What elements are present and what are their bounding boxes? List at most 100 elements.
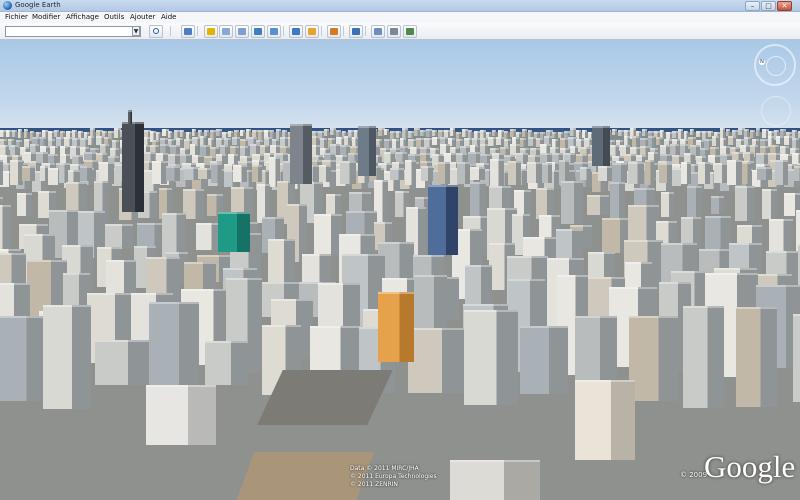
ruler-icon (352, 28, 360, 35)
building (162, 212, 187, 257)
building (344, 136, 351, 145)
historical-imagery-icon (292, 28, 300, 35)
ruler-button[interactable] (349, 25, 363, 38)
earth-3d-view[interactable]: N Data © 2011 MIRC/JHA © 2011 Europa Tec… (0, 40, 800, 500)
search-input[interactable] (5, 26, 141, 37)
view-in-maps-icon (406, 28, 414, 35)
navigation-compass[interactable]: N (754, 44, 796, 86)
building (18, 129, 23, 138)
building (165, 166, 180, 181)
search-button[interactable] (149, 25, 163, 38)
menu-affichage[interactable]: Affichage (66, 12, 99, 23)
building (205, 340, 248, 385)
title-bar[interactable]: Google Earth – □ ✕ (0, 0, 800, 12)
minimize-button[interactable]: – (745, 1, 760, 11)
building (734, 185, 755, 222)
building (520, 138, 527, 147)
sunlight-button[interactable] (305, 25, 319, 38)
building (432, 129, 438, 136)
toolbar-separator (283, 26, 284, 36)
building (39, 166, 49, 181)
building (457, 162, 471, 184)
google-logo: Google (704, 449, 796, 484)
building (22, 165, 36, 182)
close-button[interactable]: ✕ (777, 1, 792, 11)
historical-imagery-button[interactable] (289, 25, 303, 38)
building (94, 339, 150, 386)
building (218, 212, 250, 252)
move-joystick[interactable] (761, 96, 791, 126)
building (330, 128, 336, 135)
search-dropdown-chevron-icon[interactable]: ▼ (132, 26, 140, 36)
sky (0, 40, 800, 132)
compass-north-indicator[interactable]: N (759, 59, 765, 65)
building (358, 126, 376, 176)
building (575, 380, 635, 460)
building (301, 254, 331, 283)
email-button[interactable] (371, 25, 385, 38)
record-tour-button[interactable] (267, 25, 281, 38)
menu-modifier[interactable]: Modifier (32, 12, 60, 23)
building (656, 136, 663, 145)
sidebar-button[interactable] (181, 25, 195, 38)
menu-ajouter[interactable]: Ajouter (130, 12, 155, 23)
print-button[interactable] (387, 25, 401, 38)
building (407, 327, 465, 394)
building (558, 131, 563, 139)
building (648, 136, 656, 149)
toolbar-separator (197, 26, 198, 36)
building (186, 131, 192, 139)
placemark-icon (207, 28, 215, 35)
path-button[interactable] (235, 25, 249, 38)
building (146, 385, 216, 445)
building (325, 193, 342, 216)
building (88, 136, 94, 145)
building (611, 162, 627, 184)
building (290, 124, 312, 184)
building (313, 213, 343, 256)
building (560, 180, 584, 225)
planet-button[interactable] (327, 25, 341, 38)
building (552, 131, 557, 139)
placemark-button[interactable] (204, 25, 218, 38)
building (60, 130, 66, 137)
building (686, 186, 702, 221)
building (612, 129, 617, 136)
building (644, 160, 654, 185)
building (462, 128, 468, 138)
building (660, 192, 675, 217)
maximize-button[interactable]: □ (761, 1, 776, 11)
building (128, 110, 132, 124)
building (59, 163, 69, 183)
building (43, 304, 91, 409)
look-joystick[interactable] (766, 56, 786, 76)
building (592, 126, 610, 166)
building (628, 161, 644, 184)
toolbar-separator (321, 26, 322, 36)
toolbar-separator (343, 26, 344, 36)
building (318, 164, 332, 182)
building (792, 314, 800, 403)
menu-fichier[interactable]: Fichier (5, 12, 28, 23)
building (79, 165, 92, 182)
menu-outils[interactable]: Outils (104, 12, 124, 23)
google-earth-window: Google Earth – □ ✕ Fichier Modifier Affi… (0, 0, 800, 500)
polygon-button[interactable] (219, 25, 233, 38)
imagery-attribution: Data © 2011 MIRC/JHA © 2011 Europa Techn… (350, 465, 437, 489)
building (742, 162, 751, 184)
building (450, 128, 456, 136)
building (168, 131, 173, 138)
building (496, 136, 504, 145)
path-icon (238, 28, 246, 35)
building (726, 160, 743, 185)
building (408, 130, 414, 138)
building (697, 161, 711, 184)
menu-aide[interactable]: Aide (161, 12, 176, 23)
view-in-maps-button[interactable] (403, 25, 417, 38)
toolbar-separator (365, 26, 366, 36)
building (586, 195, 610, 215)
building (17, 193, 33, 217)
building (180, 130, 185, 138)
image-overlay-button[interactable] (251, 25, 265, 38)
building (761, 188, 777, 220)
